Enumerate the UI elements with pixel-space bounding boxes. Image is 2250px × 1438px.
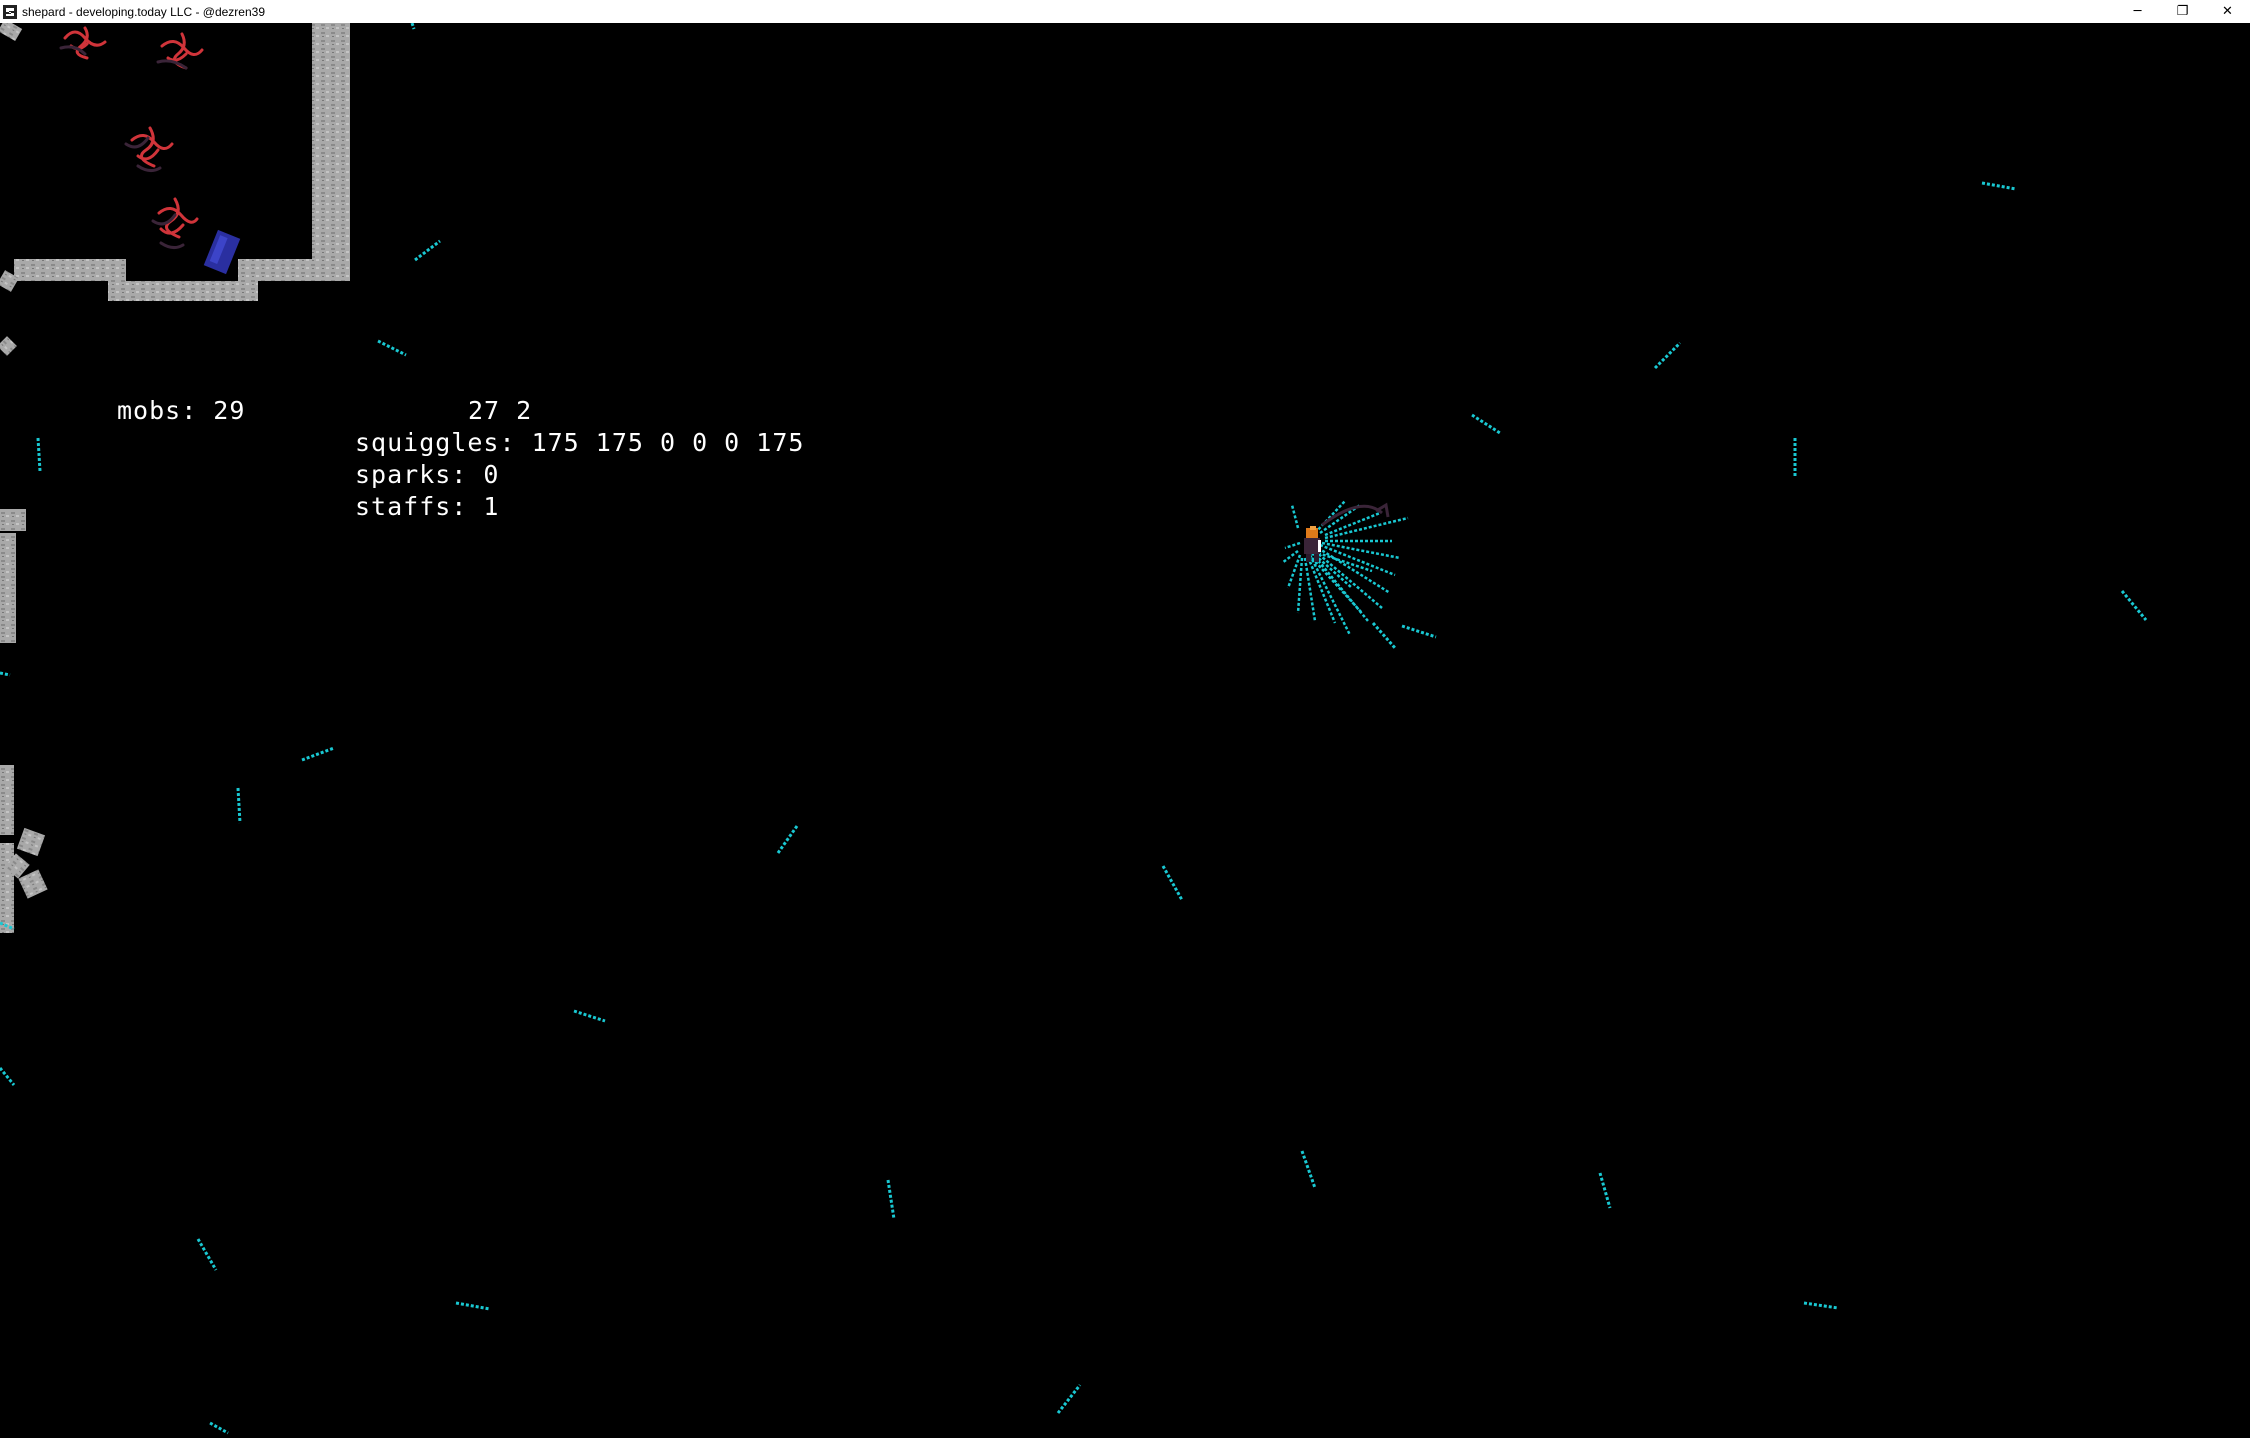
mobs-counter: mobs: 29 xyxy=(117,396,246,425)
game-window: shepard - developing.today LLC - @dezren… xyxy=(0,0,2250,1438)
app-icon xyxy=(2,4,18,20)
crystal-block xyxy=(203,229,241,275)
mob-cluster xyxy=(59,26,204,250)
squiggles-counter: squiggles: 175 175 0 0 0 175 xyxy=(355,428,805,457)
close-button[interactable]: ✕ xyxy=(2205,0,2250,23)
sparks-counter: sparks: 0 xyxy=(355,460,500,489)
minimize-button[interactable]: ─ xyxy=(2115,0,2160,23)
position-readout: 27 2 xyxy=(468,396,533,425)
world-canvas xyxy=(0,23,2148,1435)
staffs-counter: staffs: 1 xyxy=(355,492,500,521)
game-viewport[interactable]: mobs: 29 27 2 squiggles: 175 175 0 0 0 1… xyxy=(0,23,2250,1438)
wall-structure xyxy=(0,23,350,933)
window-title: shepard - developing.today LLC - @dezren… xyxy=(22,4,265,19)
restore-button[interactable]: ❐ xyxy=(2160,0,2205,23)
player-squiggle-burst xyxy=(1281,500,1409,636)
window-controls: ─ ❐ ✕ xyxy=(2115,0,2250,23)
title-bar[interactable]: shepard - developing.today LLC - @dezren… xyxy=(0,0,2250,23)
